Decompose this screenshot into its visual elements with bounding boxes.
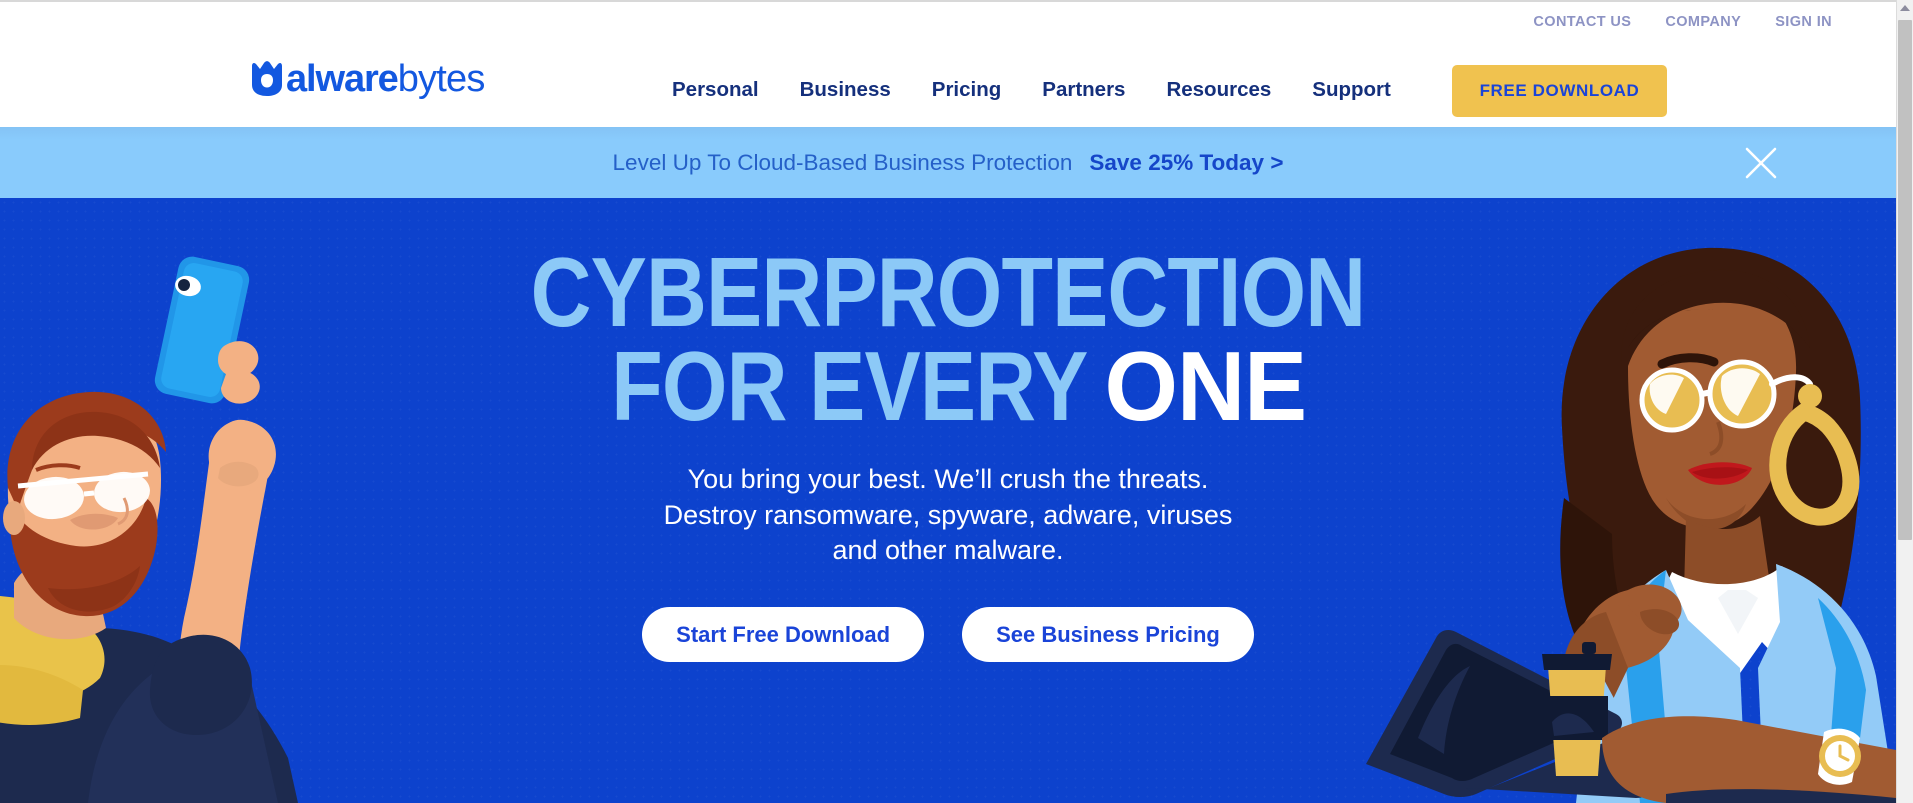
hero-headline-part2: ONE [1104,331,1308,442]
hero-content: CYBERPROTECTION FOR EVERY ONE You bring y… [0,237,1896,663]
nav-item-partners[interactable]: Partners [1042,78,1125,102]
hero-subheading: You bring your best. We’ll crush the thr… [0,462,1896,569]
logo-text-light: bytes [397,58,486,100]
promo-banner-cta[interactable]: Save 25% Today > [1089,150,1283,176]
utility-link-contact-us[interactable]: CONTACT US [1533,14,1631,30]
hero-headline-line2: FOR EVERY ONE [133,331,1764,442]
nav-item-resources[interactable]: Resources [1166,78,1271,102]
utility-link-sign-in[interactable]: SIGN IN [1775,14,1832,30]
scroll-up-arrow-icon[interactable] [1897,0,1913,17]
start-free-download-button[interactable]: Start Free Download [642,607,925,663]
page-viewport: CONTACT US COMPANY SIGN IN alware bytes P… [0,0,1896,803]
browser-page: CONTACT US COMPANY SIGN IN alware bytes P… [0,0,1913,803]
page-scrollbar[interactable] [1896,0,1913,803]
utility-nav: CONTACT US COMPANY SIGN IN [1533,14,1832,30]
hero-headline-line1: CYBERPROTECTION [530,237,1367,347]
malwarebytes-logo[interactable]: alware bytes [250,60,485,98]
malwarebytes-m-icon [252,61,282,96]
nav-item-personal[interactable]: Personal [672,78,759,102]
scroll-thumb[interactable] [1898,20,1912,540]
logo-text-bold: alware [286,58,399,100]
nav-item-business[interactable]: Business [800,78,891,102]
see-business-pricing-button[interactable]: See Business Pricing [962,607,1254,663]
promo-banner-text[interactable]: Level Up To Cloud-Based Business Protect… [613,150,1073,176]
promo-banner: Level Up To Cloud-Based Business Protect… [0,127,1896,198]
hero-cta-group: Start Free Download See Business Pricing [0,607,1896,663]
site-header: CONTACT US COMPANY SIGN IN alware bytes P… [0,2,1896,127]
utility-link-company[interactable]: COMPANY [1665,14,1741,30]
free-download-button[interactable]: FREE DOWNLOAD [1452,65,1667,117]
nav-item-support[interactable]: Support [1312,78,1391,102]
hero-subheading-line1: You bring your best. We’ll crush the thr… [687,464,1209,495]
nav-item-pricing[interactable]: Pricing [932,78,1002,102]
main-nav: Personal Business Pricing Partners Resou… [672,78,1391,102]
hero-subheading-line3: and other malware. [832,535,1064,566]
hero-subheading-line2: Destroy ransomware, spyware, adware, vir… [663,499,1233,530]
close-x-icon[interactable] [1744,146,1778,180]
hero-headline-part1: FOR EVERY [611,331,1088,442]
hero-section: CYBERPROTECTION FOR EVERY ONE You bring y… [0,198,1896,803]
